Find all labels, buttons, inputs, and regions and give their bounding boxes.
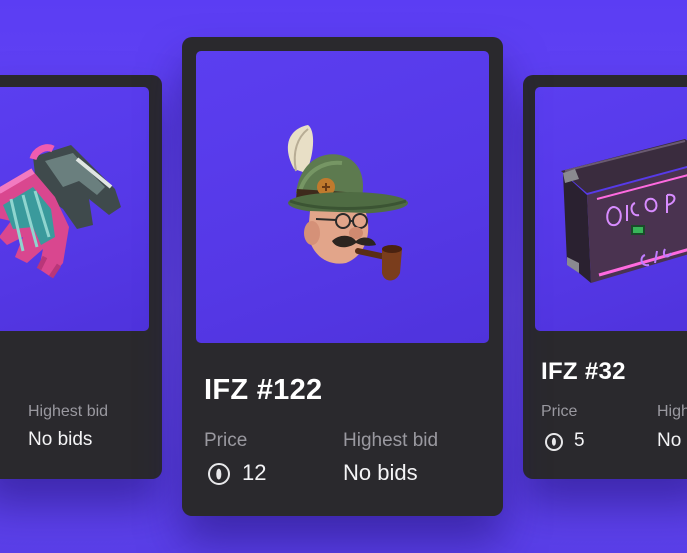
price-label: Price: [541, 403, 578, 420]
nft-card-right[interactable]: IFZ #32 Price High 5 No: [523, 75, 687, 479]
neon-crate-icon: [561, 139, 687, 283]
nft-image-crate[interactable]: [535, 87, 687, 331]
highest-bid-label: Highest bid: [343, 430, 439, 451]
highest-bid-label: Highest bid: [28, 403, 109, 420]
price-value: 12: [242, 460, 267, 485]
nft-card-center[interactable]: IFZ #122 Price Highest bid 12 No bids: [182, 37, 503, 516]
nft-image-hat-character[interactable]: [196, 51, 489, 343]
gloves-icon: [0, 144, 121, 279]
nft-title: IFZ #122: [204, 374, 323, 406]
nft-showcase: { "cards": { "left": { "title": "2", "hi…: [0, 0, 687, 553]
tyrolean-hat-character-icon: [287, 125, 408, 281]
price-label: Price: [204, 430, 248, 451]
nft-title: IFZ #32: [541, 358, 626, 385]
price-value: 5: [574, 430, 585, 451]
highest-bid-label: High: [657, 403, 687, 420]
coin-icon: [545, 433, 563, 451]
coin-icon: [208, 463, 230, 485]
nft-card-left[interactable]: 2 Highest bid No bids: [0, 75, 162, 479]
highest-bid-value: No bids: [28, 429, 93, 450]
highest-bid-value: No bids: [343, 460, 418, 485]
highest-bid-value: No: [657, 430, 682, 451]
nft-image-gloves[interactable]: [0, 87, 149, 331]
